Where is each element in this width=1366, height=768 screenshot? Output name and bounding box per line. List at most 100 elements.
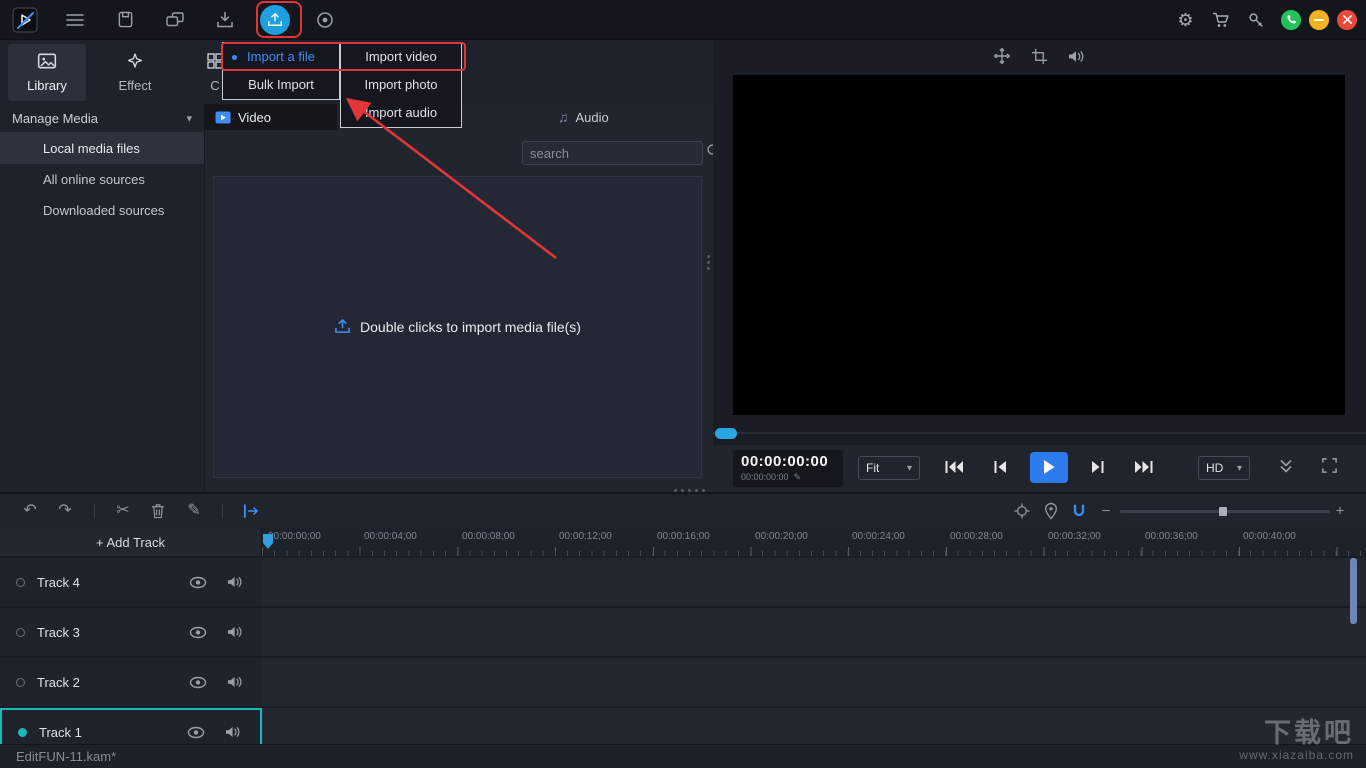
visibility-toggle[interactable] (189, 675, 207, 689)
media-drop-area[interactable]: Double clicks to import media file(s) (213, 176, 702, 478)
zoom-in-button[interactable]: + (1336, 504, 1345, 519)
delete-button[interactable] (151, 503, 166, 519)
zoom-out-button[interactable]: − (1102, 504, 1111, 519)
login-button[interactable] (1238, 0, 1273, 40)
visibility-toggle[interactable] (189, 625, 207, 639)
marker-pin-icon (1044, 503, 1058, 520)
track-name: Track 1 (39, 725, 82, 740)
track-lane[interactable] (262, 558, 1366, 606)
phone-icon (1286, 14, 1297, 25)
tab-audio[interactable]: ♫ Audio (548, 104, 713, 130)
marker-button[interactable] (1044, 503, 1058, 520)
visibility-toggle[interactable] (189, 575, 207, 589)
play-button[interactable] (1030, 452, 1068, 483)
track-lane[interactable] (262, 708, 1366, 744)
tab-video[interactable]: Video (205, 104, 337, 130)
timeline-ruler[interactable]: 00:00:00;00 00:00:04;00 00:00:08;00 00:0… (262, 528, 1366, 556)
topbar-right: ⚙ (1168, 0, 1366, 40)
minimize-button[interactable] (1309, 10, 1329, 30)
zoom-slider[interactable] (1120, 510, 1330, 513)
goto-end-button[interactable] (1128, 451, 1160, 483)
visibility-toggle[interactable] (187, 725, 205, 739)
preview-screen[interactable] (733, 75, 1345, 415)
main-menu-button[interactable] (50, 0, 100, 40)
timeline-toolbar: ↶ ↷ ✂ ✎ (0, 492, 1366, 528)
mute-toggle[interactable] (225, 725, 242, 739)
search-input[interactable] (530, 146, 706, 161)
track-lane[interactable] (262, 658, 1366, 706)
volume-icon[interactable] (1068, 47, 1086, 65)
undo-icon: ↶ (23, 503, 36, 519)
playhead[interactable] (263, 534, 273, 549)
app-logo[interactable] (0, 0, 50, 40)
seek-handle[interactable] (715, 428, 737, 439)
mute-toggle[interactable] (227, 625, 244, 639)
ruler-label: 00:00:28;00 (950, 531, 1003, 542)
ruler-label: 00:00:16;00 (657, 531, 710, 542)
menu-item-label: Import audio (365, 105, 437, 120)
seekbar[interactable] (713, 426, 1366, 440)
panel-resize-handle-vertical[interactable] (707, 252, 710, 273)
ruler-label: 00:00:04;00 (364, 531, 417, 542)
add-track-button[interactable]: + Add Track (0, 528, 262, 556)
project-name: EditFUN-11.kam* (16, 749, 116, 764)
track-header[interactable]: Track 3 (0, 608, 262, 656)
track-header[interactable]: Track 2 (0, 658, 262, 706)
goto-start-button[interactable] (938, 451, 970, 483)
mute-toggle[interactable] (227, 575, 244, 589)
eye-icon (187, 726, 205, 739)
edit-timecode-icon: ✎ (794, 471, 802, 483)
tab-effect[interactable]: Effect (106, 44, 164, 101)
menu-item-import-a-file[interactable]: Import a file (223, 43, 339, 71)
prev-frame-button[interactable] (984, 451, 1016, 483)
mute-toggle[interactable] (227, 675, 244, 689)
seek-track (713, 432, 1366, 434)
import-icon (260, 5, 290, 35)
import-button[interactable] (250, 0, 300, 40)
save-button[interactable] (100, 0, 150, 40)
settings-button[interactable]: ⚙ (1168, 0, 1203, 40)
whatsapp-button[interactable] (1281, 10, 1301, 30)
sidebar-item-online-sources[interactable]: All online sources (0, 164, 204, 195)
fullscreen-button[interactable] (1321, 457, 1338, 479)
chevron-down-icon: ▾ (907, 463, 912, 474)
hamburger-icon (66, 13, 84, 27)
motion-tracking-button[interactable] (1014, 503, 1031, 520)
next-frame-button[interactable] (1082, 451, 1114, 483)
menu-item-import-photo[interactable]: Import photo (341, 71, 461, 99)
manage-media-dropdown[interactable]: Manage Media ▾ (0, 104, 204, 133)
fit-select[interactable]: Fit ▾ (858, 456, 920, 480)
zoom-slider-handle[interactable] (1219, 507, 1227, 516)
sidebar-item-downloaded-sources[interactable]: Downloaded sources (0, 195, 204, 226)
move-tool-icon[interactable] (993, 47, 1011, 65)
sidebar-item-local-media[interactable]: Local media files (0, 133, 204, 164)
undo-button[interactable]: ↶ (23, 503, 36, 519)
cut-button[interactable]: ✂ (116, 503, 129, 519)
edit-button[interactable]: ✎ (187, 503, 200, 519)
record-button[interactable] (300, 0, 350, 40)
redo-button[interactable]: ↷ (58, 503, 71, 519)
track-lane[interactable] (262, 608, 1366, 656)
statusbar: EditFUN-11.kam* (0, 744, 1366, 768)
track-header[interactable]: Track 1 (0, 708, 262, 744)
quality-select[interactable]: HD ▾ (1198, 456, 1250, 480)
timeline-vertical-scrollbar[interactable] (1350, 558, 1357, 624)
close-button[interactable] (1337, 10, 1357, 30)
download-button[interactable] (200, 0, 250, 40)
store-button[interactable] (1203, 0, 1238, 40)
track-header[interactable]: Track 4 (0, 558, 262, 606)
menu-item-import-audio[interactable]: Import audio (341, 99, 461, 127)
menu-item-bulk-import[interactable]: Bulk Import (223, 71, 339, 99)
collapse-button[interactable] (1278, 458, 1294, 479)
snap-button[interactable] (1071, 503, 1087, 519)
timecode-display[interactable]: 00:00:00:00 00:00:00:00 ✎ (733, 450, 843, 487)
empty-hint: Double clicks to import media file(s) (334, 318, 581, 337)
tab-library[interactable]: Library (8, 44, 86, 101)
screens-button[interactable] (150, 0, 200, 40)
menu-item-import-video[interactable]: Import video (341, 43, 461, 71)
crop-tool-icon[interactable] (1031, 47, 1048, 65)
ripple-insert-button[interactable] (243, 503, 260, 519)
redo-icon: ↷ (58, 503, 71, 519)
ruler-label: 00:00:00;00 (268, 531, 321, 542)
panel-resize-handle-horizontal[interactable] (672, 489, 707, 492)
